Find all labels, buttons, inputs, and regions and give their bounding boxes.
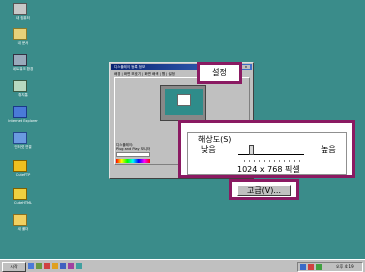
resolution-slider-track[interactable] xyxy=(238,154,304,155)
settings-tab-label: 설정 xyxy=(212,68,227,77)
internet-explorer-icon xyxy=(13,106,27,118)
desktop-icon-recycle-bin[interactable]: 휴지통 xyxy=(9,80,37,104)
dialog-title: 디스플레이 등록 정보 xyxy=(114,65,146,69)
desktop-icon-label: Internet Explorer xyxy=(8,119,38,123)
desktop-icon-my-computer[interactable]: 내 컴퓨터 xyxy=(9,3,37,27)
desktop-icon-cuteftp[interactable]: CuteFTP xyxy=(9,160,37,184)
settings-tab-callout[interactable]: 설정 xyxy=(197,62,242,84)
tray-icon[interactable] xyxy=(316,264,322,270)
app-shortcut-icon[interactable] xyxy=(76,263,82,269)
resolution-group: 해상도(S) 낮음 높음 1024 x 768 픽셀 xyxy=(187,132,347,175)
tray-icon[interactable] xyxy=(300,264,306,270)
resolution-legend: 해상도(S) xyxy=(197,135,233,144)
network-icon xyxy=(13,54,27,66)
colors-dropdown[interactable] xyxy=(116,152,150,157)
folder-icon xyxy=(13,214,27,226)
desktop-icon-label: CuteFTP xyxy=(15,173,31,177)
internet-explorer-icon[interactable] xyxy=(28,263,34,269)
monitor-screen xyxy=(165,89,203,115)
app-shortcut-icon[interactable] xyxy=(60,263,66,269)
tray-icon[interactable] xyxy=(308,264,314,270)
display-value: Plug and Play 모니터 xyxy=(116,147,151,151)
display-label: 디스플레이: Plug and Play 모니터 xyxy=(116,143,151,151)
monitor-preview-icon xyxy=(160,85,206,121)
desktop-icon-label: 인터넷 연결 xyxy=(14,145,32,149)
taskbar: 시작 오후 4:19 xyxy=(0,259,365,272)
preview-window-icon xyxy=(177,94,191,106)
desktop-icon-label: 내 문서 xyxy=(17,41,29,45)
desktop-icon-network[interactable]: 네트워크 환경 xyxy=(9,54,37,78)
desktop-icon-cutehtml[interactable]: CuteHTML xyxy=(9,188,37,212)
desktop-icon-label: 내 컴퓨터 xyxy=(16,16,30,20)
desktop-icon-label: 휴지통 xyxy=(18,93,28,97)
app-shortcut-icon[interactable] xyxy=(68,263,74,269)
advanced-button[interactable]: 고급(V)... xyxy=(237,185,291,196)
system-tray: 오후 4:19 xyxy=(297,262,363,272)
desktop-icon-label: 네트워크 환경 xyxy=(12,67,34,71)
desktop-icon-my-documents[interactable]: 내 문서 xyxy=(9,28,37,52)
slider-ticks xyxy=(242,160,302,162)
recycle-bin-icon xyxy=(13,80,27,92)
tray-clock[interactable]: 오후 4:19 xyxy=(336,263,354,271)
network-connection-icon xyxy=(13,132,27,144)
desktop-icon-label: CuteHTML xyxy=(14,201,32,205)
desktop-icon-label: 새 폴더 xyxy=(17,227,29,231)
app-shortcut-icon[interactable] xyxy=(52,263,58,269)
my-computer-icon xyxy=(13,3,27,15)
app-shortcut-icon[interactable] xyxy=(44,263,50,269)
cutehtml-icon xyxy=(13,188,27,200)
cuteftp-icon xyxy=(13,160,27,172)
close-icon[interactable]: × xyxy=(242,65,250,69)
high-label: 높음 xyxy=(321,145,336,154)
desktop-icon-network-connection[interactable]: 인터넷 연결 xyxy=(9,132,37,156)
desktop-icon-internet-explorer[interactable]: Internet Explorer xyxy=(8,106,38,130)
desktop-icon-folder[interactable]: 새 폴더 xyxy=(9,214,37,238)
desktop-shortcut-icon[interactable] xyxy=(36,263,42,269)
desktop: 내 컴퓨터 내 문서 네트워크 환경 휴지통 Internet Explorer… xyxy=(0,0,365,259)
low-label: 낮음 xyxy=(201,145,216,154)
resolution-value: 1024 x 768 픽셀 xyxy=(237,165,300,174)
resolution-slider-thumb[interactable] xyxy=(249,145,255,155)
resolution-callout: 해상도(S) 낮음 높음 1024 x 768 픽셀 xyxy=(178,120,355,178)
my-documents-icon xyxy=(13,28,27,40)
start-button[interactable]: 시작 xyxy=(2,262,26,272)
color-palette-bar xyxy=(116,159,150,163)
advanced-button-callout: 고급(V)... xyxy=(229,179,299,200)
